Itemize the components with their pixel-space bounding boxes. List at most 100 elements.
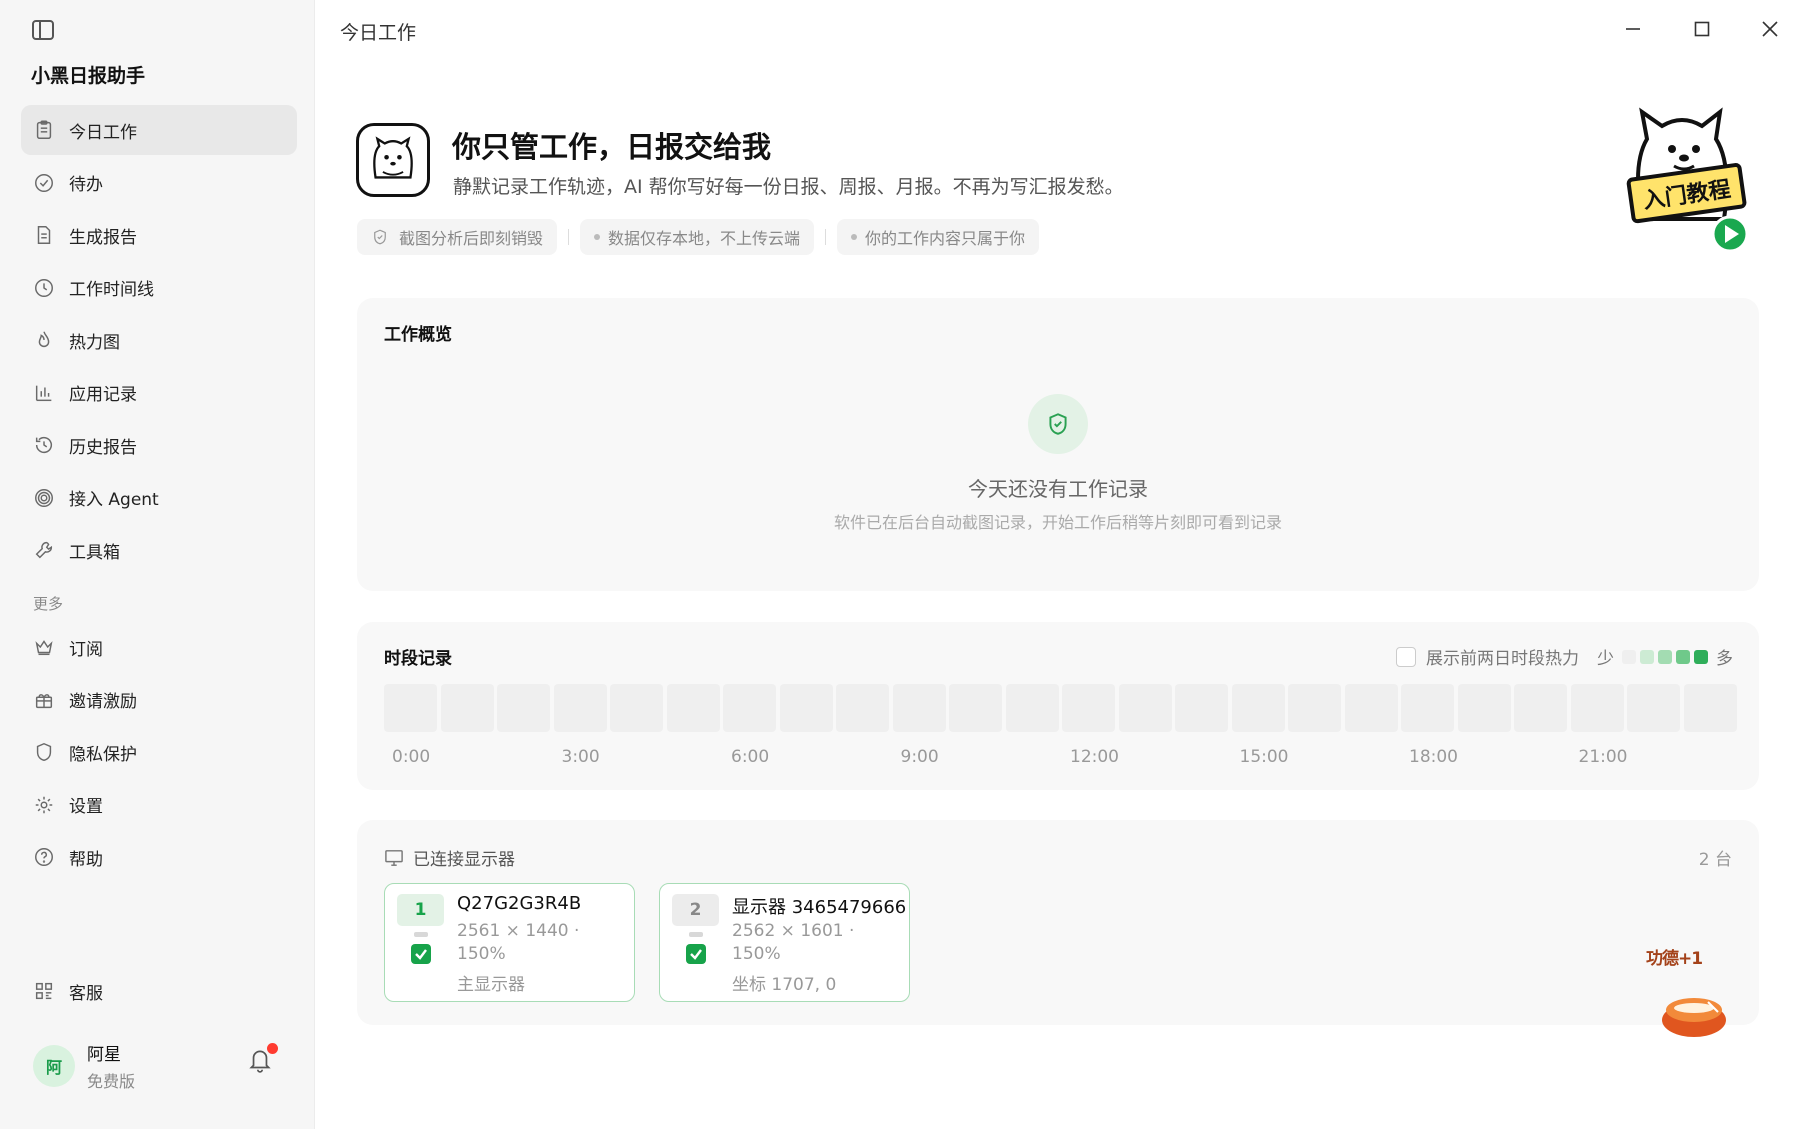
time-slot-10[interactable] <box>949 684 1002 732</box>
monitor-enabled-checkbox[interactable] <box>686 944 706 964</box>
privacy-chips: 截图分析后即刻销毁 数据仅存本地，不上传云端 你的工作内容只属于你 <box>357 219 1040 255</box>
monitors-title: 已连接显示器 <box>413 850 515 870</box>
section-label-more: 更多 <box>33 595 64 613</box>
bar-chart-icon <box>33 382 55 404</box>
legend-less-label: 少 <box>1597 649 1614 669</box>
time-slot-21[interactable] <box>1570 684 1624 732</box>
time-tick: 6:00 <box>731 747 770 767</box>
time-slot-0[interactable] <box>384 684 437 732</box>
shield-icon <box>33 741 55 763</box>
time-slot-4[interactable] <box>610 684 663 732</box>
time-slot-18[interactable] <box>1401 684 1454 732</box>
qr-code-icon <box>33 980 55 1002</box>
sidebar-item-agent[interactable]: 接入 Agent <box>21 473 297 523</box>
clock-icon <box>33 277 55 299</box>
sidebar-item-label: 隐私保护 <box>69 744 137 765</box>
bullet-icon <box>594 234 601 240</box>
check-icon <box>690 949 702 960</box>
time-slot-15[interactable] <box>1231 684 1285 732</box>
time-tick: 12:00 <box>1070 747 1119 767</box>
time-slot-2[interactable] <box>497 684 550 732</box>
hero-title: 你只管工作，日报交给我 <box>452 130 772 164</box>
maximize-button[interactable] <box>1685 14 1719 44</box>
sidebar-item-label: 设置 <box>69 797 103 817</box>
sidebar-item-help[interactable]: 帮助 <box>21 832 297 882</box>
shield-check-icon <box>1049 413 1067 435</box>
app-logo <box>356 123 430 197</box>
monitor-index: 2 <box>672 894 719 926</box>
legend-swatch-4 <box>1694 649 1708 664</box>
sidebar-item-privacy[interactable]: 隐私保护 <box>21 727 297 777</box>
sidebar-item-history[interactable]: 历史报告 <box>21 420 297 470</box>
customer-service: 客服 <box>21 966 297 1019</box>
time-slot-9[interactable] <box>892 684 946 732</box>
sidebar-item-todo[interactable]: 待办 <box>21 158 297 208</box>
time-tick: 21:00 <box>1578 747 1628 767</box>
time-slot-12[interactable] <box>1062 684 1115 732</box>
time-slot-22[interactable] <box>1627 684 1680 732</box>
user-profile[interactable]: 阿 阿星 免费版 <box>33 1040 135 1092</box>
monitor-resolution: 2562 × 1601 · <box>732 921 855 941</box>
tutorial-button[interactable]: 入门教程 <box>1612 94 1762 254</box>
sidebar-item-customer-service[interactable]: 客服 <box>21 966 297 1016</box>
monitor-resolution: 2561 × 1440 · <box>457 921 580 941</box>
merit-badge: 功德+1 <box>1646 949 1703 969</box>
time-slot-5[interactable] <box>666 684 720 732</box>
monitor-icon <box>385 849 403 866</box>
sidebar-item-timeline[interactable]: 工作时间线 <box>21 263 297 313</box>
monitor-card-1[interactable]: 1 Q27G2G3R4B 2561 × 1440 · 150% 主显示器 <box>384 883 635 1002</box>
user-plan: 免费版 <box>87 1072 136 1091</box>
chip-label: 数据仅存本地，不上传云端 <box>608 229 801 248</box>
time-slot-6[interactable] <box>723 684 776 732</box>
time-slot-7[interactable] <box>779 684 833 732</box>
empty-state-icon <box>1028 394 1088 454</box>
flame-icon <box>33 329 55 351</box>
help-circle-icon <box>33 846 55 868</box>
time-slots <box>384 684 1740 732</box>
monitor-scale: 150% <box>457 944 506 964</box>
sidebar-item-today[interactable]: 今日工作 <box>21 105 297 155</box>
time-slot-17[interactable] <box>1344 684 1398 732</box>
sidebar-item-app-records[interactable]: 应用记录 <box>21 368 297 418</box>
close-icon <box>1762 21 1778 37</box>
legend-swatch-1 <box>1640 649 1654 664</box>
sidebar-more-nav: 订阅 邀请激励 隐私保护 设置 帮助 <box>21 622 297 885</box>
notification-dot <box>267 1043 278 1054</box>
monitor-name: Q27G2G3R4B <box>457 893 582 914</box>
sidebar-item-heatmap[interactable]: 热力图 <box>21 315 297 365</box>
time-slot-8[interactable] <box>836 684 889 732</box>
avatar: 阿 <box>33 1045 75 1087</box>
sidebar-nav: 今日工作 待办 生成报告 工作时间线 热力图 应用记录 历史报告 接入 Agen… <box>21 105 297 578</box>
time-slot-19[interactable] <box>1457 684 1511 732</box>
sidebar-item-subscribe[interactable]: 订阅 <box>21 622 297 672</box>
time-slot-13[interactable] <box>1118 684 1172 732</box>
sidebar-item-label: 邀请激励 <box>69 692 137 712</box>
sidebar-item-label: 接入 Agent <box>69 490 159 510</box>
sidebar-item-label: 待办 <box>69 175 103 195</box>
time-tick: 18:00 <box>1409 747 1458 767</box>
time-tick: 9:00 <box>900 747 939 767</box>
time-slot-16[interactable] <box>1288 684 1341 732</box>
time-slot-23[interactable] <box>1683 684 1737 732</box>
bullet-icon <box>851 234 858 240</box>
wooden-fish-icon[interactable] <box>1660 990 1728 1038</box>
show-previous-days-checkbox[interactable] <box>1396 646 1416 667</box>
time-slot-1[interactable] <box>440 684 494 732</box>
time-slot-11[interactable] <box>1005 684 1059 732</box>
sidebar-item-invite[interactable]: 邀请激励 <box>21 675 297 725</box>
time-slot-3[interactable] <box>553 684 607 732</box>
sidebar-toggle-icon[interactable] <box>32 20 54 40</box>
sidebar-item-toolbox[interactable]: 工具箱 <box>21 525 297 575</box>
close-button[interactable] <box>1753 14 1787 44</box>
sidebar-item-settings[interactable]: 设置 <box>21 780 297 830</box>
sidebar-item-label: 客服 <box>69 983 103 1004</box>
time-slot-20[interactable] <box>1514 684 1567 732</box>
monitor-card-2[interactable]: 2 显示器 3465479666 2562 × 1601 · 150% 坐标 1… <box>659 883 910 1002</box>
sidebar-item-generate-report[interactable]: 生成报告 <box>21 210 297 260</box>
monitor-stand <box>414 932 428 937</box>
minimize-button[interactable] <box>1616 14 1650 44</box>
show-previous-days-label: 展示前两日时段热力 <box>1426 649 1579 669</box>
monitor-enabled-checkbox[interactable] <box>411 944 431 964</box>
page-title: 今日工作 <box>340 22 417 44</box>
time-slot-14[interactable] <box>1175 684 1228 732</box>
